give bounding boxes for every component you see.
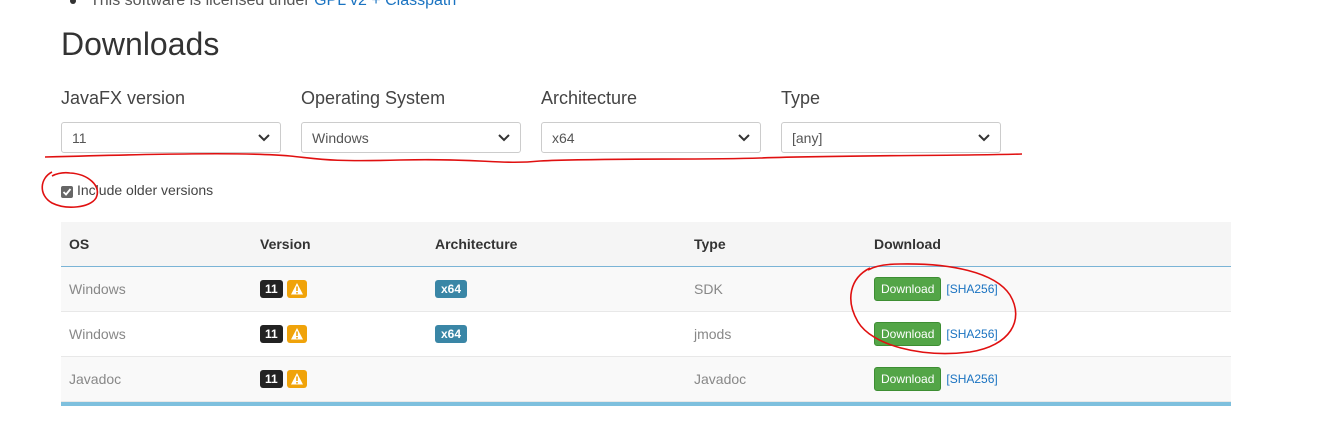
- download-cell: Download [SHA256]: [874, 322, 998, 346]
- page-title: Downloads: [61, 26, 220, 62]
- filter-label: Operating System: [301, 88, 446, 108]
- select-value: 11: [72, 129, 87, 146]
- version-badge: 11: [260, 325, 283, 343]
- table-row: Javadoc 11 Javadoc Download [SHA256]: [61, 357, 1231, 402]
- header-download: Download: [874, 236, 941, 252]
- os-cell: Windows: [69, 326, 126, 342]
- select-value: x64: [552, 129, 575, 146]
- filter-label: JavaFX version: [61, 88, 186, 108]
- version-cell: 11: [260, 325, 307, 343]
- download-button[interactable]: Download: [874, 277, 942, 301]
- bullet: [70, 0, 76, 4]
- architecture-cell: x64: [435, 280, 468, 298]
- architecture-cell: x64: [435, 325, 468, 343]
- filter-operating-system: Operating System Windows: [301, 88, 521, 153]
- check-icon: [62, 188, 72, 196]
- annotation-underline: [44, 152, 1023, 164]
- filter-label: Type: [781, 88, 821, 108]
- license-line: This software is licensed under GPL v2 +…: [70, 0, 456, 10]
- warning-icon: [286, 280, 307, 298]
- chevron-down-icon: [978, 133, 990, 141]
- os-cell: Windows: [69, 281, 126, 297]
- operating-system-select[interactable]: Windows: [301, 122, 521, 153]
- header-architecture: Architecture: [435, 236, 518, 252]
- downloads-table: OS Version Architecture Type Download Wi…: [61, 222, 1231, 406]
- os-cell: Javadoc: [69, 371, 122, 387]
- version-badge: 11: [260, 370, 283, 388]
- version-cell: 11: [260, 280, 307, 298]
- older-versions-checkbox[interactable]: [61, 186, 73, 198]
- sha256-link[interactable]: [SHA256]: [946, 282, 997, 296]
- download-button[interactable]: Download: [874, 322, 942, 346]
- header-os: OS: [69, 236, 90, 252]
- table-row: Windows 11 x64 jmods Download [SHA256]: [61, 312, 1231, 357]
- older-versions-label: Include older versions: [77, 181, 214, 198]
- license-text: This software is licensed under: [90, 0, 310, 9]
- include-older-versions[interactable]: Include older versions: [61, 181, 213, 198]
- download-cell: Download [SHA256]: [874, 277, 998, 301]
- table-header: OS Version Architecture Type Download: [61, 222, 1231, 267]
- version-cell: 11: [260, 370, 307, 388]
- filter-architecture: Architecture x64: [541, 88, 761, 153]
- warning-icon: [286, 370, 307, 388]
- filter-label: Architecture: [541, 88, 638, 108]
- chevron-down-icon: [498, 133, 510, 141]
- select-value: [any]: [792, 129, 823, 146]
- header-type: Type: [694, 236, 726, 252]
- header-version: Version: [260, 236, 311, 252]
- download-cell: Download [SHA256]: [874, 367, 998, 391]
- arch-badge: x64: [435, 325, 468, 343]
- type-select[interactable]: [any]: [781, 122, 1001, 153]
- architecture-select[interactable]: x64: [541, 122, 761, 153]
- license-link[interactable]: GPL v2 + Classpath: [314, 0, 456, 9]
- type-cell: Javadoc: [694, 371, 747, 387]
- javafx-version-select[interactable]: 11: [61, 122, 281, 153]
- sha256-link[interactable]: [SHA256]: [946, 327, 997, 341]
- type-cell: jmods: [694, 326, 732, 342]
- sha256-link[interactable]: [SHA256]: [946, 372, 997, 386]
- filter-type: Type [any]: [781, 88, 1001, 153]
- chevron-down-icon: [738, 133, 750, 141]
- arch-badge: x64: [435, 280, 468, 298]
- version-badge: 11: [260, 280, 283, 298]
- chevron-down-icon: [258, 133, 270, 141]
- table-bottom-bar: [61, 402, 1231, 406]
- select-value: Windows: [312, 129, 369, 146]
- warning-icon: [286, 325, 307, 343]
- download-button[interactable]: Download: [874, 367, 942, 391]
- filter-javafx-version: JavaFX version 11: [61, 88, 281, 153]
- table-row: Windows 11 x64 SDK Download [SHA256]: [61, 267, 1231, 312]
- type-cell: SDK: [694, 281, 723, 297]
